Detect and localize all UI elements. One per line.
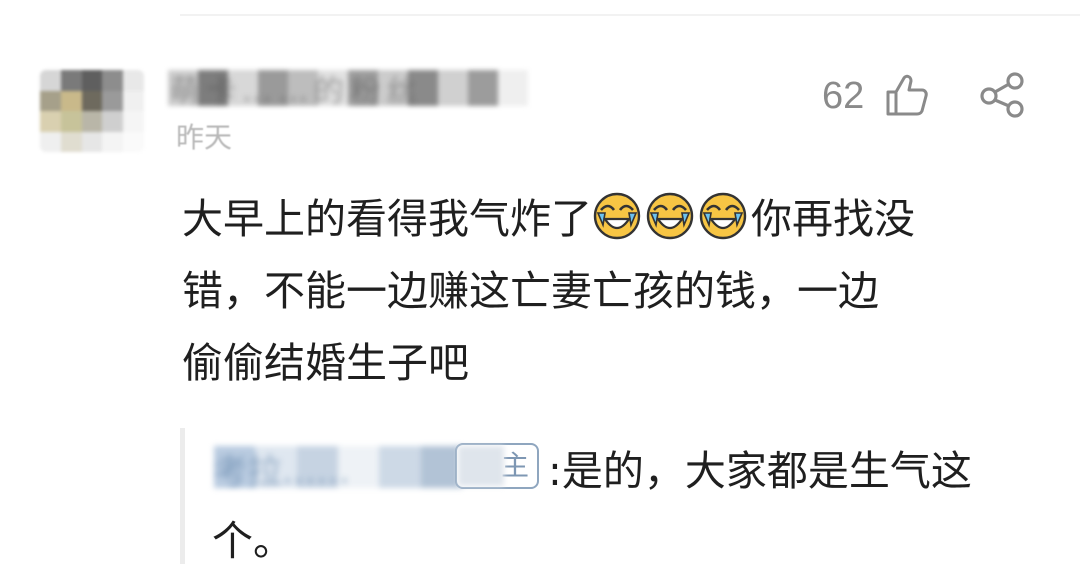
avatar[interactable] — [40, 70, 144, 152]
share-icon[interactable] — [978, 72, 1026, 118]
comment-text-segment: 你再找没 — [751, 195, 915, 243]
reply-quote-bar — [180, 428, 185, 564]
laugh-cry-emoji-icon — [699, 192, 747, 240]
laugh-cry-emoji-icon — [593, 192, 641, 240]
reply-author[interactable]: 考拉…… — [214, 444, 350, 493]
timestamp: 昨天 — [176, 121, 233, 154]
reply-text-line: 个。 — [212, 517, 294, 564]
comment-line: 错，不能一边赚这亡妻亡孩的钱，一边 — [182, 267, 879, 315]
reply-text: :是的，大家都是生气这 — [548, 436, 1048, 506]
badge-blur-mask — [458, 446, 504, 486]
like-count: 62 — [822, 75, 865, 117]
comment-line: 偷偷结婚生子吧 — [182, 339, 469, 387]
laugh-cry-emoji-icon — [646, 192, 694, 240]
username[interactable]: 萌卡……的粉丝 — [170, 66, 422, 110]
thumbs-up-icon[interactable] — [884, 72, 930, 118]
divider — [180, 14, 1080, 16]
comment-line: 大早上的看得我气炸了 你再找没 — [182, 183, 1042, 255]
reply-text-line: 是的，大家都是生气这 — [561, 447, 972, 495]
comment-screen: 萌卡……的粉丝 昨天 62 大早上的看得我气炸了 你再找没 错，不能一边赚这亡妻… — [0, 0, 1080, 564]
comment-text-segment: 大早上的看得我气炸了 — [182, 195, 592, 243]
comment-text: 大早上的看得我气炸了 你再找没 错，不能一边赚这亡妻亡孩的钱，一边 偷偷结婚生子… — [182, 183, 1042, 399]
reply-separator: : — [548, 447, 562, 495]
